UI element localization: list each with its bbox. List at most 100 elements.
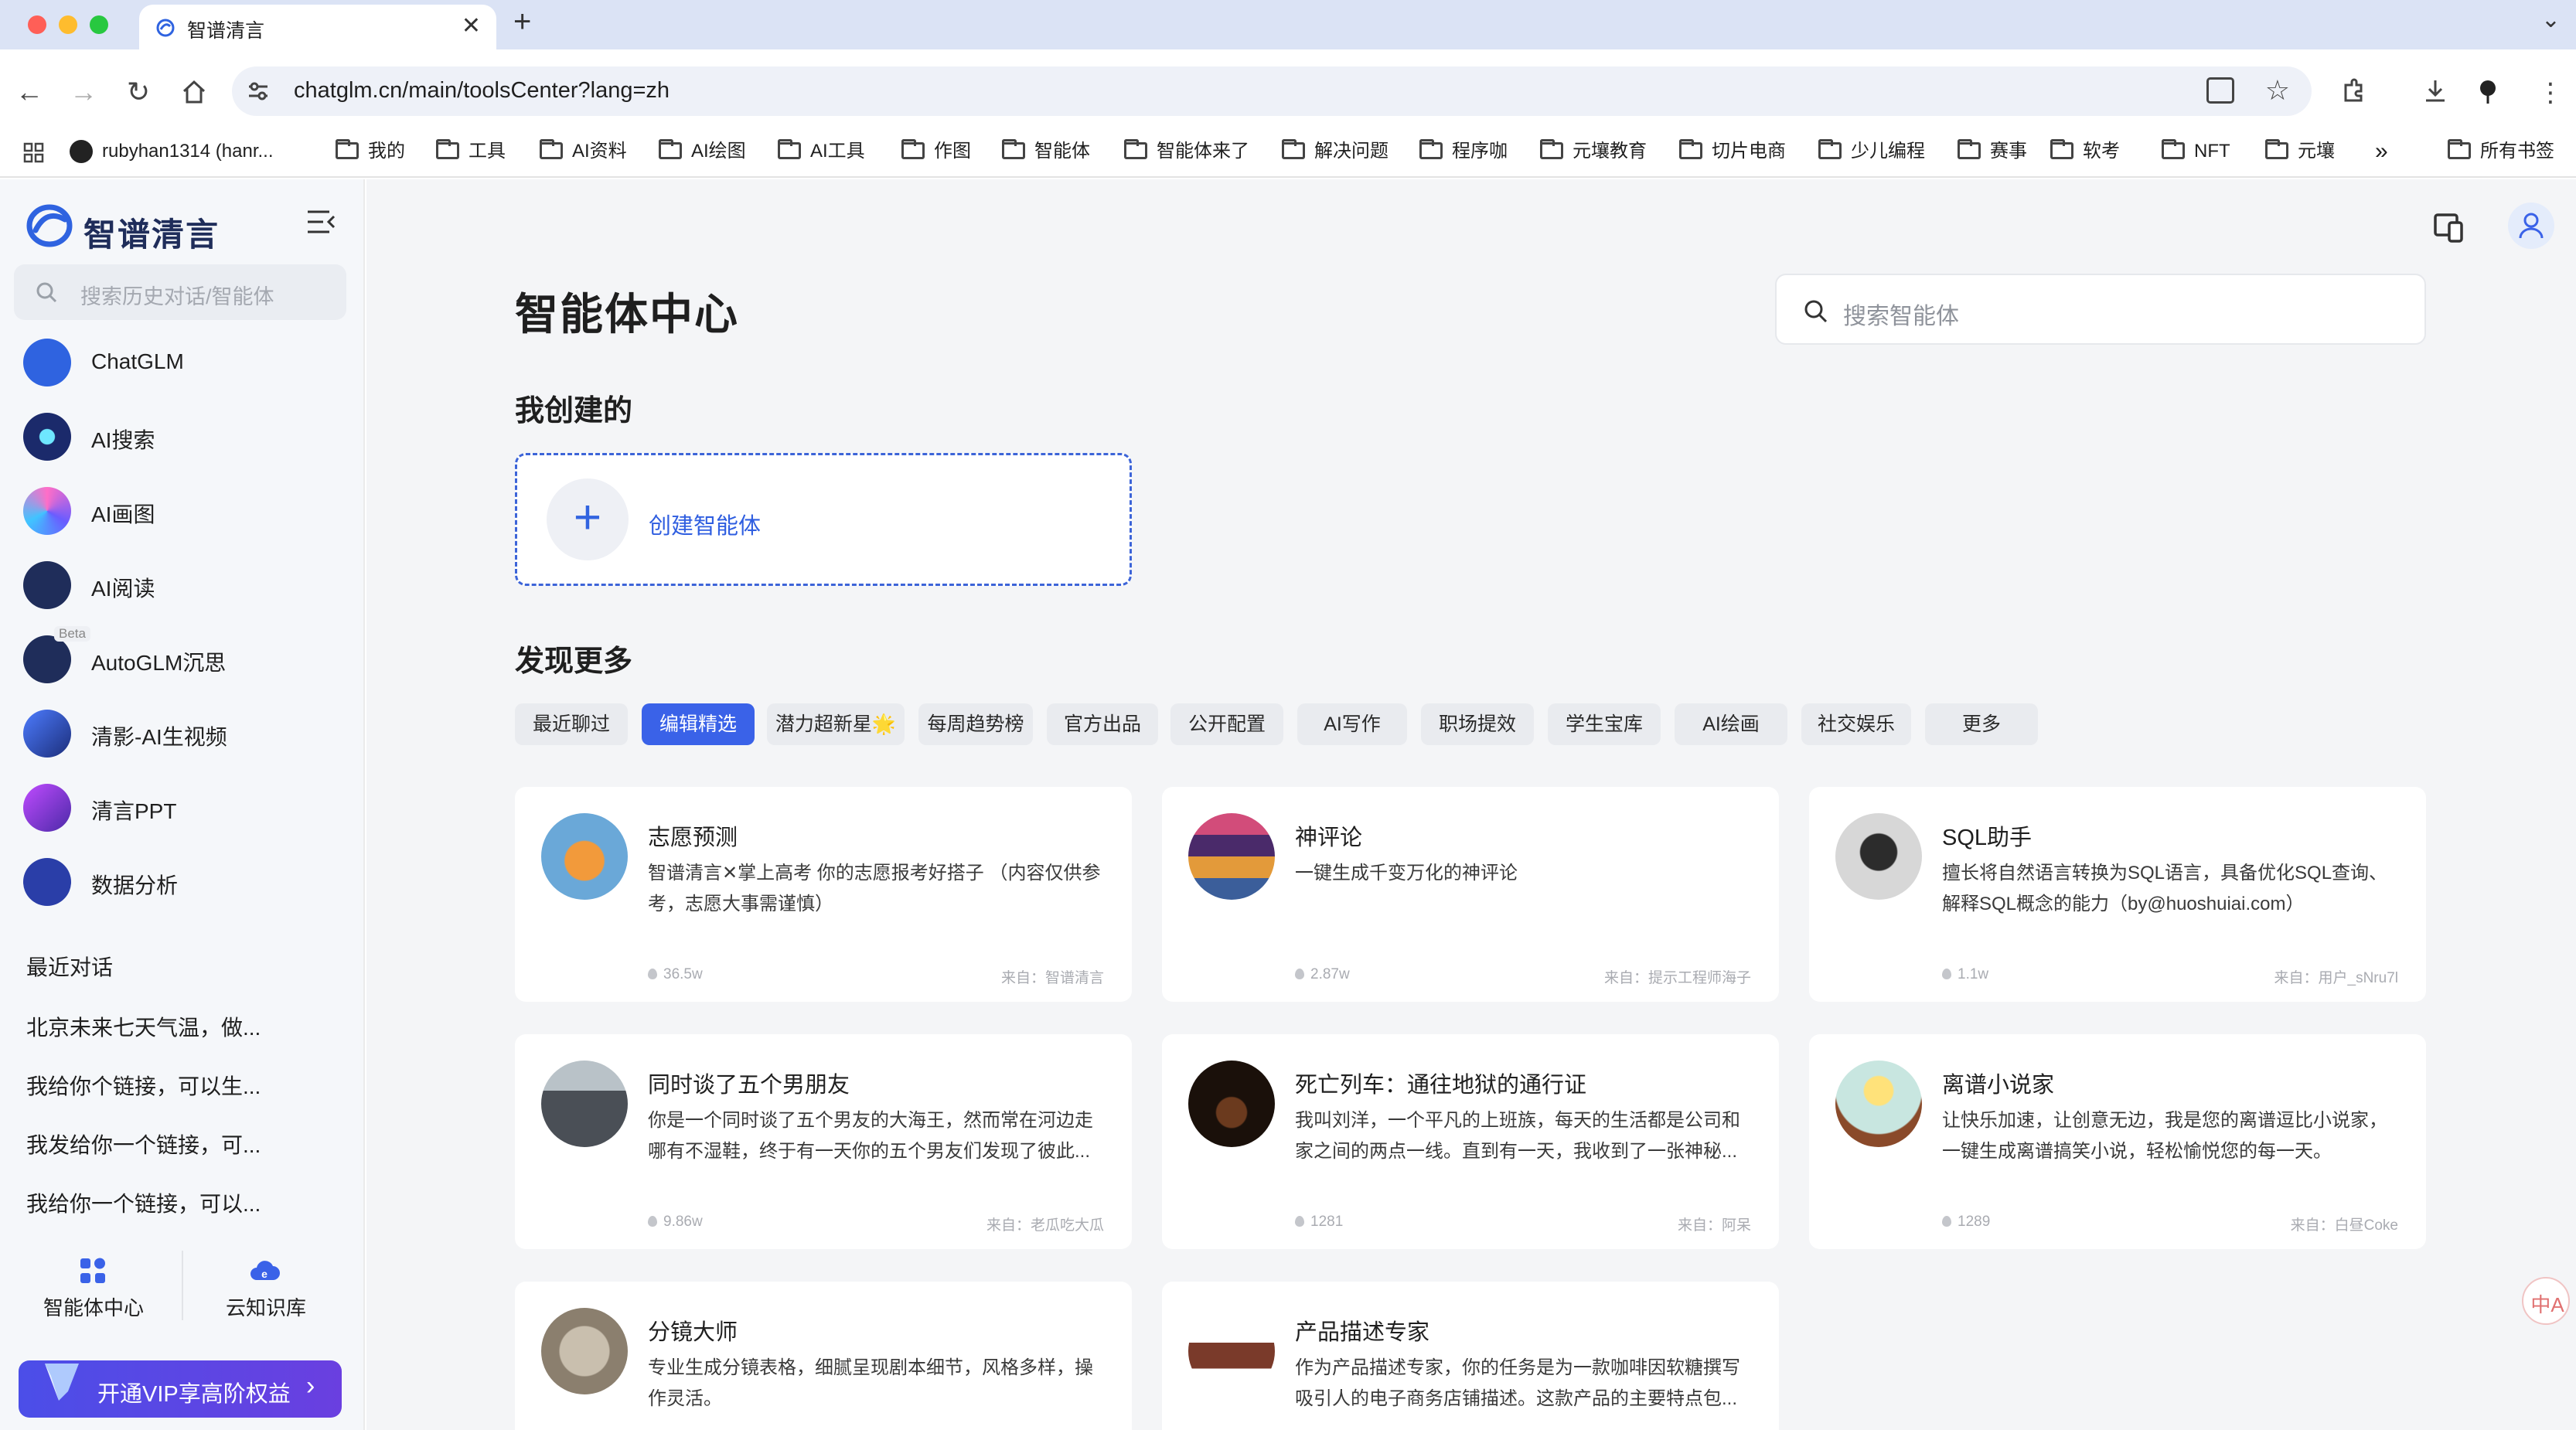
new-tab-icon[interactable]: + — [513, 5, 531, 39]
reload-icon[interactable]: ↻ — [127, 75, 150, 109]
profile-avatar-icon[interactable] — [2474, 77, 2502, 105]
agent-center-icon — [80, 1258, 105, 1283]
browser-tab-active[interactable]: 智谱清言 ✕ — [139, 5, 496, 49]
sidebar-item-ai-draw[interactable]: AI画图 — [23, 482, 348, 538]
bookmark-folder-6[interactable]: 作图 — [901, 136, 971, 167]
bookmark-folder-5[interactable]: AI工具 — [778, 136, 865, 167]
recent-chat-item[interactable]: 北京未来七天气温，做... — [26, 1011, 261, 1042]
bookmark-folder-12[interactable]: 切片电商 — [1679, 136, 1786, 167]
recent-chat-item[interactable]: 我给你一个链接，可以... — [26, 1187, 261, 1218]
category-tab[interactable]: 公开配置 — [1170, 703, 1283, 745]
agent-card[interactable]: 同时谈了五个男朋友 你是一个同时谈了五个男友的大海王，然而常在河边走哪有不湿鞋，终… — [515, 1034, 1132, 1249]
sidebar-item-ai-read[interactable]: AI阅读 — [23, 557, 348, 612]
recent-chat-item[interactable]: 我给你个链接，可以生... — [26, 1070, 261, 1101]
fire-icon — [1295, 1216, 1304, 1227]
category-tab[interactable]: 社交娱乐 — [1801, 703, 1911, 745]
collapse-sidebar-icon[interactable] — [306, 209, 336, 235]
sidebar-item-ai-search[interactable]: AI搜索 — [23, 408, 348, 464]
sidebar-item-chatglm[interactable]: ChatGLM — [23, 334, 348, 390]
sidebar-item-autoglm[interactable]: Beta AutoGLM沉思 — [23, 626, 348, 686]
category-tab[interactable]: 最近聊过 — [515, 703, 628, 745]
cloud-kb-button[interactable]: e 云知识库 — [198, 1255, 353, 1325]
agent-card[interactable]: 死亡列车：通往地狱的通行证 我叫刘洋，一个平凡的上班族，每天的生活都是公司和家之间… — [1162, 1034, 1779, 1249]
site-settings-icon[interactable] — [246, 79, 271, 104]
bookmark-folder-16[interactable]: NFT — [2162, 136, 2230, 167]
agent-usage-count: 9.86w — [648, 1214, 703, 1231]
extensions-icon[interactable] — [2339, 77, 2367, 105]
create-agent-button[interactable]: + 创建智能体 — [515, 453, 1132, 586]
agent-center-button[interactable]: 智能体中心 — [15, 1255, 170, 1325]
sidebar-item-label: AI画图 — [91, 502, 155, 526]
sidebar-item-ppt[interactable]: 清言PPT — [23, 779, 348, 835]
category-tab[interactable]: AI写作 — [1297, 703, 1407, 745]
bookmark-github[interactable]: rubyhan1314 (hanr... — [70, 136, 274, 167]
category-tab[interactable]: 官方出品 — [1047, 703, 1158, 745]
agent-card[interactable]: 产品描述专家 作为产品描述专家，你的任务是为一款咖啡因软糖撰写吸引人的电子商务店铺… — [1162, 1282, 1779, 1430]
download-icon[interactable] — [2421, 77, 2449, 105]
install-app-icon[interactable] — [2206, 77, 2234, 104]
agent-card[interactable]: 离谱小说家 让快乐加速，让创意无边，我是您的离谱逗比小说家，一键生成离谱搞笑小说，… — [1809, 1034, 2426, 1249]
vip-diamond-icon — [45, 1364, 79, 1401]
bookmark-folder-9[interactable]: 解决问题 — [1282, 136, 1389, 167]
agent-card[interactable]: SQL助手 擅长将自然语言转换为SQL语言，具备优化SQL查询、解释SQL概念的能… — [1809, 787, 2426, 1002]
close-window-button[interactable] — [28, 15, 46, 34]
bookmark-folder-2[interactable]: 工具 — [436, 136, 506, 167]
sidebar-item-video[interactable]: 清影-AI生视频 — [23, 705, 348, 761]
bookmark-folder-1[interactable]: 我的 — [336, 136, 405, 167]
sidebar-item-label: 清影-AI生视频 — [91, 725, 227, 749]
category-tab[interactable]: 潜力超新星🌟 — [767, 703, 905, 745]
category-tab[interactable]: 每周趋势榜 — [918, 703, 1033, 745]
ai-draw-icon — [23, 487, 71, 535]
bookmark-folder-4[interactable]: AI绘图 — [659, 136, 746, 167]
category-tab[interactable]: 职场提效 — [1421, 703, 1534, 745]
bookmark-folder-3[interactable]: AI资料 — [540, 136, 627, 167]
category-tab[interactable]: 更多 — [1925, 703, 2038, 745]
bookmark-folder-11[interactable]: 元壤教育 — [1540, 136, 1647, 167]
bookmark-folder-10[interactable]: 程序咖 — [1419, 136, 1508, 167]
agent-card[interactable]: 分镜大师 专业生成分镜表格，细腻呈现剧本细节，风格多样，操作灵活。 — [515, 1282, 1132, 1430]
close-tab-icon[interactable]: ✕ — [462, 12, 481, 39]
browser-menu-icon[interactable]: ⋮ — [2537, 77, 2564, 108]
forward-icon[interactable]: → — [70, 75, 97, 109]
all-bookmarks-folder[interactable]: 所有书签 — [2448, 136, 2554, 167]
bookmark-star-icon[interactable]: ☆ — [2265, 74, 2290, 107]
chatglm-icon — [23, 339, 71, 386]
search-icon — [36, 282, 57, 303]
sidebar-item-label: ChatGLM — [91, 349, 184, 373]
agent-name: 同时谈了五个男朋友 — [648, 1073, 850, 1098]
sidebar-item-data-analysis[interactable]: 数据分析 — [23, 853, 348, 909]
recent-chat-item[interactable]: 我发给你一个链接，可... — [26, 1129, 261, 1159]
address-bar[interactable]: chatglm.cn/main/toolsCenter?lang=zh ☆ — [232, 66, 2312, 116]
bookmark-folder-7[interactable]: 智能体 — [1002, 136, 1090, 167]
vip-upgrade-button[interactable]: 开通VIP享高阶权益 › — [19, 1360, 342, 1418]
home-icon[interactable] — [181, 79, 207, 105]
tab-search-chevron-icon[interactable]: ⌄ — [2541, 6, 2561, 33]
more-bookmarks-icon[interactable]: » — [2375, 136, 2388, 167]
category-tab[interactable]: AI绘画 — [1675, 703, 1787, 745]
agent-card[interactable]: 神评论 一键生成千变万化的神评论 2.87w 来自：提示工程师海子 — [1162, 787, 1779, 1002]
agent-name: 死亡列车：通往地狱的通行证 — [1295, 1073, 1587, 1098]
data-analysis-icon — [23, 858, 71, 906]
agent-search-input[interactable]: 搜索智能体 — [1775, 274, 2426, 345]
user-avatar[interactable] — [2508, 203, 2554, 249]
minimize-window-button[interactable] — [59, 15, 77, 34]
sidebar: 智谱清言 搜索历史对话/智能体 ChatGLM AI搜索 AI画图 AI阅读 Beta A… — [0, 179, 365, 1430]
translate-button[interactable]: 中A — [2522, 1277, 2570, 1325]
bookmark-folder-15[interactable]: 软考 — [2050, 136, 2120, 167]
apps-grid-icon[interactable] — [23, 142, 45, 164]
bookmark-folder-17[interactable]: 元壤 — [2265, 136, 2335, 167]
bookmark-folder-14[interactable]: 赛事 — [1958, 136, 2027, 167]
category-tab[interactable]: 学生宝库 — [1548, 703, 1661, 745]
create-agent-label: 创建智能体 — [649, 514, 762, 539]
agent-avatar — [1188, 1308, 1275, 1394]
agent-card[interactable]: 志愿预测 智谱清言✕掌上高考 你的志愿报考好搭子 （内容仅供参考，志愿大事需谨慎）… — [515, 787, 1132, 1002]
agent-avatar — [1835, 1061, 1922, 1147]
maximize-window-button[interactable] — [90, 15, 108, 34]
bookmark-folder-13[interactable]: 少儿编程 — [1818, 136, 1925, 167]
back-icon[interactable]: ← — [15, 75, 43, 109]
bookmark-folder-8[interactable]: 智能体来了 — [1124, 136, 1249, 167]
folder-icon — [901, 139, 925, 159]
devices-icon[interactable] — [2432, 210, 2466, 244]
history-search-input[interactable]: 搜索历史对话/智能体 — [14, 264, 346, 320]
category-tab[interactable]: 编辑精选 — [642, 703, 755, 745]
